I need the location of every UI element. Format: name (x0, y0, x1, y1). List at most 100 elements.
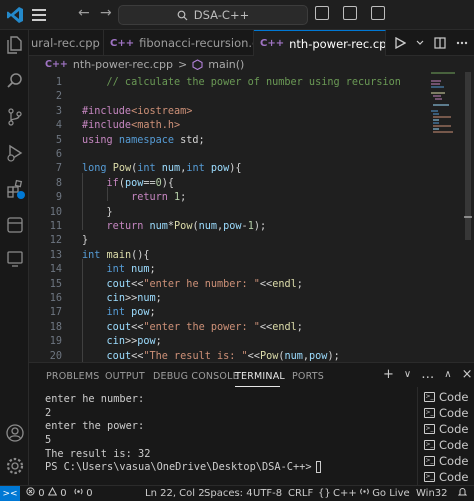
terminal-prompt: PS C:\Users\vasua\OneDrive\Desktop\DSA-C… (45, 461, 312, 474)
panel-tab-bar: PROBLEMS OUTPUT DEBUG CONSOLE TERMINAL P… (29, 363, 474, 389)
line-number: 20 (49, 350, 62, 362)
code-text: cout<<"The result is: "<<Pow(num,pow); (82, 350, 340, 362)
language-braces[interactable]: {} (318, 487, 331, 501)
code-line: 3 #include<iostream> (29, 105, 459, 119)
breadcrumb-symbol[interactable]: main() (208, 58, 244, 71)
code-token: pow (131, 307, 150, 319)
notifications-icon[interactable] (457, 487, 468, 501)
line-number: 1 (55, 77, 62, 88)
editor-scrollbar[interactable] (464, 72, 472, 362)
encoding[interactable]: UTF-8 (253, 487, 282, 501)
command-center-search[interactable]: DSA-C++ (118, 5, 308, 25)
toggle-secondary-sidebar-icon[interactable] (371, 6, 385, 20)
cursor-position[interactable]: Ln 22, Col 2 (145, 487, 205, 501)
tab-label: fibonacci-recursion.cpp (139, 36, 253, 50)
code-token: pow (137, 336, 156, 348)
language-mode[interactable]: C++ (333, 487, 357, 501)
code-line: 20 cout<<"The result is: "<<Pow(num,pow)… (29, 350, 459, 362)
code-token: if (106, 177, 119, 189)
tab-fibonacci-recursion[interactable]: C++ fibonacci-recursion.cpp (104, 30, 254, 56)
code-token: pow (223, 221, 242, 232)
code-token: ; (296, 278, 303, 290)
code-token: ; (149, 307, 156, 319)
minimap[interactable] (428, 72, 461, 362)
extensions-icon[interactable] (4, 178, 25, 199)
settings-icon[interactable] (4, 455, 25, 476)
end-of-line[interactable]: CRLF (288, 487, 313, 501)
terminal-icon: >_ (424, 440, 435, 450)
tab-ports[interactable]: PORTS (292, 371, 324, 382)
toggle-sidebar-icon[interactable] (315, 6, 329, 20)
more-actions-icon[interactable] (456, 41, 468, 45)
code-token: num (137, 293, 156, 304)
code-editor[interactable]: 1 // calculate the power of number using… (29, 72, 474, 362)
code-token: << (131, 321, 144, 333)
more-actions-icon[interactable]: … (421, 367, 434, 382)
code-token: ; (155, 293, 162, 304)
code-text: return num*Pow(num,pow-1); (82, 220, 267, 234)
terminal-instance[interactable]: >_ Code (424, 469, 468, 485)
terminal-instance[interactable]: >_ Code (424, 405, 468, 421)
go-live-button[interactable]: Go Live (360, 487, 410, 501)
code-token: namespace (118, 134, 175, 146)
forward-arrow-icon[interactable]: → (100, 5, 112, 21)
code-token: int (106, 264, 125, 276)
breadcrumb-file[interactable]: nth-power-rec.cpp (73, 58, 173, 71)
errors-indicator[interactable]: 0 (26, 487, 45, 501)
tab-natural-rec[interactable]: ural-rec.cpp (29, 30, 104, 56)
line-number: 9 (55, 192, 62, 204)
editor-tab-bar: ural-rec.cpp C++ fibonacci-recursion.cpp… (29, 30, 474, 56)
line-number: 17 (49, 307, 62, 319)
terminal-instance-label: Code (439, 406, 469, 420)
code-line: 17 int pow; (29, 306, 459, 320)
ports-indicator[interactable]: 0 (74, 487, 93, 501)
chevron-down-icon[interactable] (416, 40, 424, 46)
terminal-instance[interactable]: >_ Code (424, 437, 468, 453)
code-line: 15 cout<<"enter he number: "<<endl; (29, 278, 459, 292)
code-line: 8 if(pow==0){ (29, 177, 459, 191)
account-icon[interactable] (4, 422, 25, 443)
indentation[interactable]: Spaces: 4 (204, 487, 253, 501)
line-number: 10 (49, 206, 62, 218)
error-count: 0 (38, 488, 45, 499)
explorer-icon[interactable] (4, 34, 25, 55)
code-text: // calculate the power of number using r… (82, 76, 401, 90)
tab-debug-console[interactable]: DEBUG CONSOLE (153, 371, 239, 382)
platform[interactable]: Win32 (416, 487, 448, 501)
tab-label: nth-power-rec.cpp (289, 36, 386, 51)
split-editor-icon[interactable] (434, 37, 446, 49)
vscode-logo-icon (7, 7, 23, 23)
code-line: 10 } (29, 206, 459, 220)
tab-output[interactable]: OUTPUT (105, 371, 145, 382)
remote-indicator[interactable]: >< (0, 486, 20, 501)
toggle-panel-icon[interactable] (343, 6, 357, 20)
testing-icon[interactable] (4, 214, 25, 235)
close-panel-icon[interactable]: × (462, 367, 473, 382)
terminal-instance[interactable]: >_ Code (424, 389, 468, 405)
code-token: return (131, 192, 168, 204)
maximize-panel-icon[interactable]: ∧ (444, 367, 451, 382)
terminal-instance[interactable]: >_ Code (424, 421, 468, 437)
code-token: <iostream> (131, 105, 193, 117)
terminal-instance[interactable]: >_ Code (424, 453, 468, 469)
run-code-icon[interactable] (395, 37, 406, 49)
code-text: cout<<"enter he number: "<<endl; (82, 278, 303, 292)
terminal-output[interactable]: enter he number: 2 enter the power: 5 Th… (45, 393, 405, 475)
search-view-icon[interactable] (4, 70, 25, 91)
tab-terminal[interactable]: TERMINAL (235, 371, 285, 382)
source-control-icon[interactable] (4, 106, 25, 127)
run-debug-icon[interactable] (4, 142, 25, 163)
menu-icon[interactable] (32, 6, 50, 24)
activity-bar (0, 30, 29, 485)
tab-problems[interactable]: PROBLEMS (46, 371, 99, 382)
terminal-dropdown-icon[interactable]: ∨ (404, 367, 411, 382)
code-token: int (186, 163, 205, 175)
warnings-indicator[interactable]: 0 (47, 486, 67, 501)
line-number: 2 (55, 91, 62, 103)
remote-explorer-icon[interactable] (4, 248, 25, 269)
new-terminal-icon[interactable]: + (383, 367, 394, 382)
tab-nth-power-rec[interactable]: C++ nth-power-rec.cpp × (254, 30, 386, 56)
back-arrow-icon[interactable]: ← (78, 5, 90, 21)
